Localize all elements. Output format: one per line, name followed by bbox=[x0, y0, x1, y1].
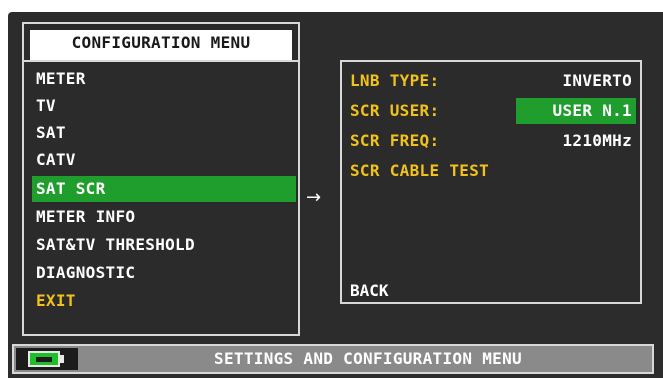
lnb-type-label: LNB TYPE: bbox=[350, 71, 440, 90]
menu-item-sat[interactable]: SAT bbox=[32, 120, 296, 146]
battery-charging-icon bbox=[28, 351, 60, 367]
back-button[interactable]: BACK bbox=[350, 278, 389, 304]
menu-item-sat-scr[interactable]: SAT SCR bbox=[32, 176, 296, 202]
menu-title-frame: CONFIGURATION MENU bbox=[22, 22, 300, 60]
lnb-type-value[interactable]: INVERTO bbox=[558, 68, 636, 94]
scr-freq-value[interactable]: 1210MHz bbox=[558, 128, 636, 154]
menu-item-meter-info[interactable]: METER INFO bbox=[32, 204, 296, 230]
scr-user-value[interactable]: USER N.1 bbox=[516, 98, 636, 124]
sat-scr-panel: LNB TYPE: INVERTO SCR USER: USER N.1 SCR… bbox=[340, 60, 642, 304]
menu-item-diagnostic[interactable]: DIAGNOSTIC bbox=[32, 260, 296, 286]
battery-indicator bbox=[16, 348, 78, 370]
configuration-menu: METER TV SAT CATV SAT SCR METER INFO SAT… bbox=[22, 60, 300, 336]
status-bar: SETTINGS AND CONFIGURATION MENU bbox=[12, 344, 654, 374]
menu-item-sat-tv-threshold[interactable]: SAT&TV THRESHOLD bbox=[32, 232, 296, 258]
menu-item-exit[interactable]: EXIT bbox=[32, 288, 296, 314]
status-text: SETTINGS AND CONFIGURATION MENU bbox=[214, 349, 522, 368]
menu-item-catv[interactable]: CATV bbox=[32, 147, 296, 173]
menu-item-tv[interactable]: TV bbox=[32, 93, 296, 119]
submenu-arrow-icon: → bbox=[306, 187, 322, 208]
menu-item-meter[interactable]: METER bbox=[32, 66, 296, 92]
scr-cable-test-item[interactable]: SCR CABLE TEST bbox=[350, 158, 489, 184]
scr-user-label: SCR USER: bbox=[350, 101, 440, 120]
menu-title: CONFIGURATION MENU bbox=[30, 30, 292, 60]
scr-freq-label: SCR FREQ: bbox=[350, 131, 440, 150]
battery-tip bbox=[60, 355, 64, 363]
battery-charge-mark bbox=[36, 357, 52, 362]
